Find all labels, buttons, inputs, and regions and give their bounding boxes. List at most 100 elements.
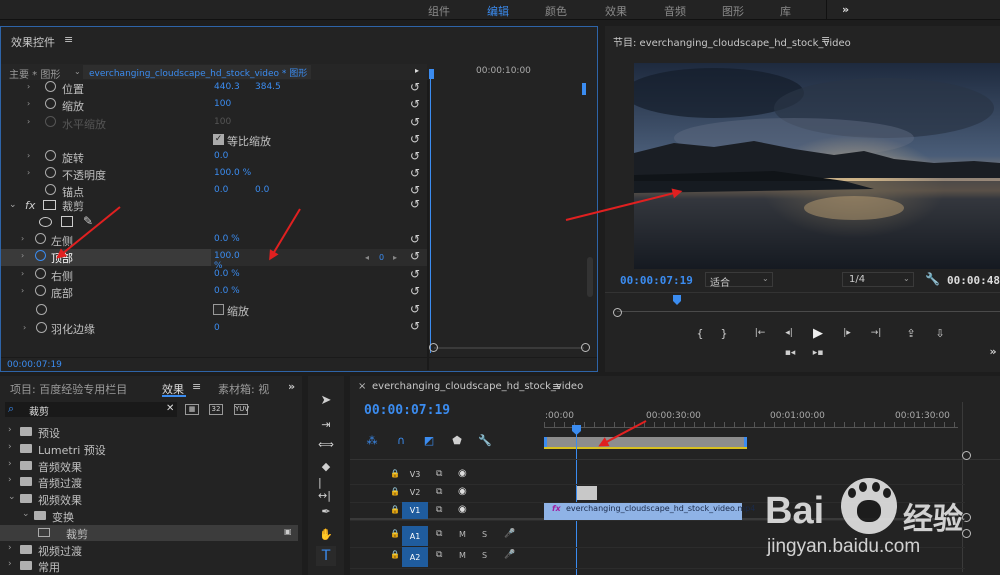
lock-icon[interactable]: 🔒 <box>390 469 400 478</box>
chevron-right-icon[interactable]: › <box>21 251 24 260</box>
nest-icon[interactable]: ⁂ <box>365 433 379 447</box>
tree-item[interactable]: › Lumetri 预设 <box>0 441 298 457</box>
crop-property-value[interactable]: 0.0 % <box>214 286 240 296</box>
timeline-settings-icon[interactable]: 🔧 <box>478 433 492 447</box>
property-value[interactable]: 440.3 <box>214 82 240 92</box>
tree-item[interactable]: › 视频过渡 <box>0 542 298 558</box>
mute-button[interactable]: M <box>459 530 466 539</box>
scroll-handle-left[interactable] <box>613 308 622 317</box>
tab-assembly[interactable]: 组件 <box>428 3 450 19</box>
stopwatch-icon[interactable] <box>35 233 46 244</box>
property-value[interactable]: 0.0 <box>214 185 228 195</box>
microphone-icon[interactable]: 🎤 <box>504 550 515 560</box>
toggle-sync-lock-icon[interactable]: ⧉ <box>436 469 442 479</box>
tree-item[interactable]: › 常用 <box>0 558 298 574</box>
ripple-edit-tool-icon[interactable]: ⟺ <box>318 436 334 452</box>
chevron-right-icon[interactable]: › <box>8 459 12 469</box>
program-monitor-title[interactable]: 节目: everchanging_cloudscape_hd_stock_vid… <box>613 34 851 49</box>
resolution-select[interactable]: 1/4 ⌄ <box>842 272 914 287</box>
effect-controls-title[interactable]: 效果控件 <box>11 34 55 50</box>
chevron-down-icon[interactable]: ⌄ <box>74 67 81 76</box>
solo-button[interactable]: S <box>482 551 487 560</box>
lock-icon[interactable]: 🔒 <box>390 487 400 496</box>
tree-item[interactable]: ⌄ 视频效果 <box>0 491 298 507</box>
chevron-right-icon[interactable]: › <box>27 99 30 108</box>
property-value[interactable]: 100.0 % <box>214 168 251 178</box>
stopwatch-icon[interactable] <box>45 81 56 92</box>
chevron-down-icon[interactable]: ⌄ <box>8 492 16 502</box>
tree-item[interactable]: › 音频过渡 <box>0 474 298 490</box>
scroll-handle-right[interactable] <box>581 343 590 352</box>
track-target-v1[interactable]: V1 <box>402 502 428 519</box>
panel-menu-icon[interactable]: ≡ <box>552 380 561 393</box>
insert-icon[interactable]: ▪◂ <box>781 346 799 360</box>
reset-icon[interactable]: ↺ <box>410 284 420 298</box>
reset-icon[interactable]: ↺ <box>410 149 420 163</box>
stopwatch-icon[interactable] <box>36 322 47 333</box>
track-target-a2[interactable]: A2 <box>402 547 428 567</box>
tab-bin[interactable]: 素材箱: 视 <box>218 381 269 397</box>
mark-out-icon[interactable]: } <box>717 326 731 340</box>
chevron-right-icon[interactable]: › <box>8 475 12 485</box>
tab-color[interactable]: 颜色 <box>545 3 567 19</box>
eye-icon[interactable]: ◉ <box>458 504 467 515</box>
prev-keyframe-icon[interactable]: ◂ <box>365 253 369 262</box>
reset-icon[interactable]: ↺ <box>410 249 420 263</box>
stopwatch-icon[interactable] <box>35 268 46 279</box>
reset-icon[interactable]: ↺ <box>410 97 420 111</box>
more-workspaces-icon[interactable]: » <box>842 3 849 16</box>
clip-label[interactable]: everchanging_cloudscape_hd_stock_video *… <box>89 66 307 79</box>
selection-tool-icon[interactable]: ➤ <box>318 392 334 408</box>
master-label[interactable]: 主要 * 图形 <box>9 66 60 81</box>
panel-menu-icon[interactable]: ≡ <box>821 33 830 46</box>
hand-tool-icon[interactable]: ✋ <box>318 526 334 542</box>
32bit-effects-icon[interactable]: 32 <box>209 404 223 415</box>
type-tool-icon[interactable]: T <box>316 546 336 566</box>
tree-item[interactable]: › 音频效果 <box>0 458 298 474</box>
crop-property-value[interactable]: 0.0 % <box>214 269 240 279</box>
next-keyframe-icon[interactable]: ▸ <box>393 253 397 262</box>
eye-icon[interactable]: ◉ <box>458 468 467 479</box>
stopwatch-icon[interactable] <box>45 184 56 195</box>
step-back-icon[interactable]: ◂| <box>781 326 797 340</box>
feather-edge-value[interactable]: 0 <box>214 323 220 333</box>
panel-menu-icon[interactable]: ≡ <box>64 33 73 46</box>
chevron-right-icon[interactable]: › <box>27 82 30 91</box>
stopwatch-icon[interactable] <box>35 250 46 261</box>
toggle-sync-lock-icon[interactable]: ⧉ <box>436 505 442 515</box>
tab-graphics[interactable]: 图形 <box>722 3 744 19</box>
lock-icon[interactable]: 🔒 <box>390 529 400 538</box>
eye-icon[interactable]: ◉ <box>458 486 467 497</box>
chevron-right-icon[interactable]: › <box>8 442 12 452</box>
stopwatch-icon[interactable] <box>45 167 56 178</box>
graphic-clip[interactable] <box>577 486 597 500</box>
chevron-right-icon[interactable]: › <box>27 117 30 126</box>
chevron-right-icon[interactable]: › <box>8 543 12 553</box>
extract-icon[interactable]: ⇩ <box>931 326 949 340</box>
reset-icon[interactable]: ↺ <box>410 166 420 180</box>
razor-tool-icon[interactable]: ◆ <box>318 458 334 474</box>
solo-button[interactable]: S <box>482 530 487 539</box>
reset-icon[interactable]: ↺ <box>410 115 420 129</box>
lift-icon[interactable]: ⇪ <box>902 326 920 340</box>
play-icon[interactable]: ▶ <box>810 325 826 341</box>
ellipse-mask-icon[interactable] <box>39 217 52 227</box>
toggle-sync-lock-icon[interactable]: ⧉ <box>436 487 442 497</box>
chevron-right-icon[interactable]: › <box>8 425 12 435</box>
crop-effect-label[interactable]: 裁剪 <box>62 198 84 214</box>
video-frame[interactable] <box>634 63 1000 269</box>
reset-icon[interactable]: ↺ <box>410 302 420 316</box>
property-value[interactable]: 0.0 <box>214 151 228 161</box>
chevron-right-icon[interactable]: › <box>23 323 26 332</box>
work-area-in[interactable] <box>544 437 547 447</box>
tree-item[interactable]: ⌄ 变换 <box>0 508 298 524</box>
tab-library[interactable]: 库 <box>780 3 791 19</box>
more-tabs-icon[interactable]: » <box>288 380 295 393</box>
linked-selection-icon[interactable]: ◩ <box>422 433 436 447</box>
more-controls-icon[interactable]: » <box>986 344 1000 358</box>
track-select-tool-icon[interactable]: ⇥ <box>318 416 334 432</box>
search-field[interactable]: ⌕ 裁剪 ✕ <box>5 402 177 418</box>
microphone-icon[interactable]: 🎤 <box>504 529 515 539</box>
stopwatch-icon[interactable] <box>36 304 47 315</box>
chevron-right-icon[interactable]: › <box>27 168 30 177</box>
